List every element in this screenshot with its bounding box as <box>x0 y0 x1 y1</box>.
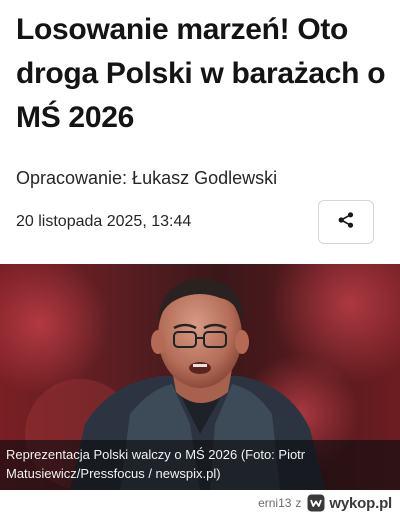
watermark-site: wykop.pl <box>329 494 392 512</box>
article-author: Opracowanie: Łukasz Godlewski <box>16 168 278 188</box>
article-headline: Losowanie marzeń! Oto droga Polski w bar… <box>16 13 386 134</box>
share-icon <box>337 211 355 234</box>
share-button[interactable] <box>318 200 374 244</box>
watermark-footer: erni13 z wykop.pl <box>0 490 400 515</box>
photo-caption: Reprezentacja Polski walczy o MŚ 2026 (F… <box>0 440 400 490</box>
watermark-user: erni13 <box>258 496 292 510</box>
article-date: 20 listopada 2025, 13:44 <box>16 213 192 230</box>
watermark-separator: z <box>295 496 302 510</box>
wykop-logo-icon <box>307 494 325 512</box>
watermark-source: erni13 z wykop.pl <box>258 492 392 514</box>
